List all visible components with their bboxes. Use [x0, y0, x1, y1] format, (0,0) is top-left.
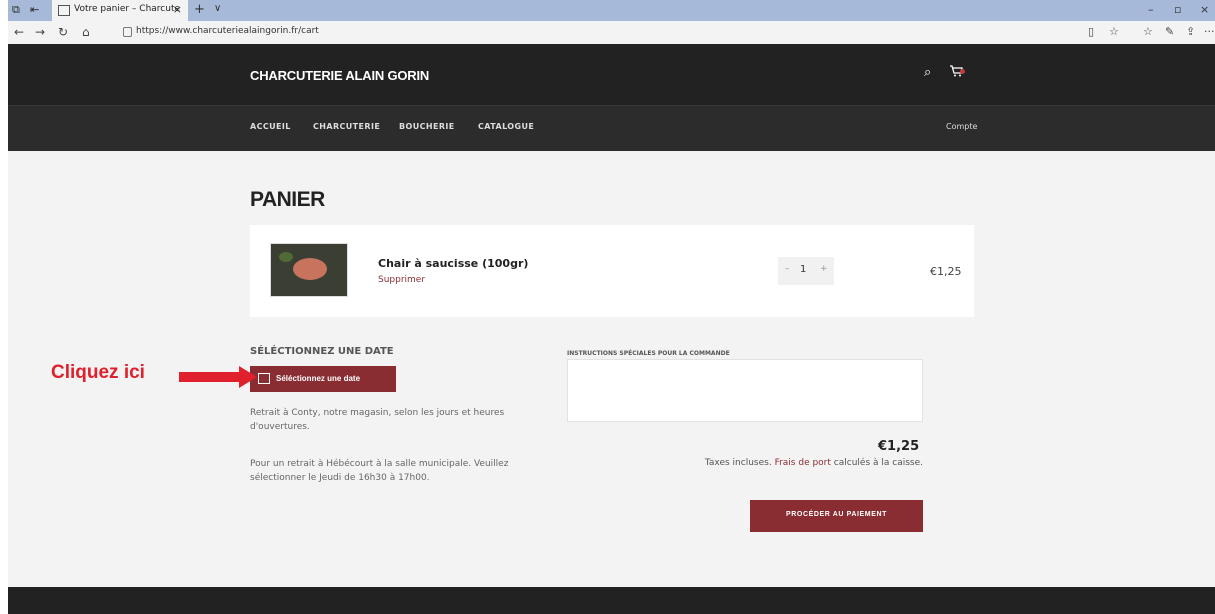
nav-item-charcuterie[interactable]: CHARCUTERIE: [313, 122, 380, 131]
instructions-textarea[interactable]: [567, 359, 923, 422]
tab-bar: ⧉ ⇤ Votre panier – Charcute × + ∨ – ▫ ×: [8, 0, 1215, 21]
cart-total: €1,25: [878, 439, 920, 454]
annotation-label: Cliquez ici: [51, 362, 145, 383]
shipping-link[interactable]: Frais de port: [775, 458, 831, 468]
reading-view-icon[interactable]: ▯: [1088, 25, 1094, 38]
cart-count-badge: [960, 69, 965, 74]
new-tab-icon[interactable]: +: [194, 2, 205, 17]
quantity-stepper: – 1 +: [778, 257, 834, 285]
page-content: CHARCUTERIE ALAIN GORIN ⌕ ACCUEIL CHARCU…: [8, 44, 1215, 614]
line-price: €1,25: [930, 265, 962, 278]
site-header: CHARCUTERIE ALAIN GORIN ⌕: [8, 44, 1215, 105]
checkout-label: PROCÉDER AU PAIEMENT: [785, 511, 888, 518]
favorites-list-icon[interactable]: ☆: [1143, 25, 1153, 38]
calendar-icon: [258, 373, 270, 384]
taxes-suffix: calculés à la caisse.: [833, 458, 923, 468]
more-icon[interactable]: ···: [1204, 25, 1215, 38]
page-title: PANIER: [250, 188, 325, 211]
select-date-button[interactable]: Séléctionnez une date: [250, 366, 396, 392]
minimize-icon[interactable]: –: [1148, 3, 1154, 16]
favorite-star-icon[interactable]: ☆: [1109, 25, 1119, 38]
select-date-label: Séléctionnez une date: [276, 374, 361, 383]
main-nav: ACCUEIL CHARCUTERIE BOUCHERIE CATALOGUE …: [8, 105, 1215, 151]
tab-close-icon[interactable]: ×: [173, 3, 182, 16]
lock-icon: [123, 27, 132, 37]
product-name[interactable]: Chair à saucisse (100gr): [378, 257, 528, 270]
browser-window: ⧉ ⇤ Votre panier – Charcute × + ∨ – ▫ × …: [8, 0, 1215, 614]
address-bar: ← → ↻ ⌂ https://www.charcuteriealaingori…: [8, 21, 1215, 44]
back-icon[interactable]: ←: [14, 25, 24, 39]
notes-pen-icon[interactable]: ✎: [1165, 25, 1174, 38]
tab-cart[interactable]: Votre panier – Charcute ×: [52, 0, 188, 21]
product-image[interactable]: [270, 243, 348, 297]
quantity-input[interactable]: 1: [800, 264, 806, 275]
quantity-increase-button[interactable]: +: [820, 264, 828, 274]
quantity-decrease-button[interactable]: –: [785, 264, 790, 274]
date-heading: SÉLÉCTIONNEZ UNE DATE: [250, 346, 394, 357]
annotation-arrow-icon: [179, 366, 257, 388]
tab-preview-icon[interactable]: ⇤: [30, 3, 39, 16]
pickup-info-hebecourt: Pour un retrait à Hébécourt à la salle m…: [250, 459, 509, 483]
instructions-label: INSTRUCTIONS SPÉCIALES POUR LA COMMANDE: [567, 350, 730, 357]
site-logo[interactable]: CHARCUTERIE ALAIN GORIN: [250, 68, 429, 83]
nav-item-catalogue[interactable]: CATALOGUE: [478, 122, 534, 131]
search-icon[interactable]: ⌕: [924, 65, 931, 80]
cart-line-item: Chair à saucisse (100gr) Supprimer – 1 +…: [250, 225, 974, 317]
product-image-garnish: [279, 252, 293, 262]
chevron-down-icon[interactable]: ∨: [214, 3, 221, 14]
product-image-meat: [293, 258, 327, 280]
url-field[interactable]: https://www.charcuteriealaingorin.fr/car…: [136, 26, 319, 36]
pickup-info-conty: Retrait à Conty, notre magasin, selon le…: [250, 408, 505, 432]
nav-item-accueil[interactable]: ACCUEIL: [250, 122, 291, 131]
restore-icon[interactable]: ▫: [1174, 3, 1181, 16]
nav-item-boucherie[interactable]: BOUCHERIE: [399, 122, 455, 131]
tab-actions-icon[interactable]: ⧉: [12, 3, 20, 17]
tab-title: Votre panier – Charcute: [74, 4, 181, 14]
remove-link[interactable]: Supprimer: [378, 275, 425, 285]
checkout-button[interactable]: PROCÉDER AU PAIEMENT: [750, 500, 923, 532]
account-link[interactable]: Compte: [946, 122, 977, 131]
close-window-icon[interactable]: ×: [1200, 3, 1209, 16]
forward-icon[interactable]: →: [35, 25, 45, 39]
refresh-icon[interactable]: ↻: [58, 25, 68, 39]
page-icon: [58, 5, 70, 16]
share-icon[interactable]: ⇪: [1186, 25, 1195, 38]
taxes-note: Taxes incluses. Frais de port calculés à…: [648, 458, 923, 468]
home-icon[interactable]: ⌂: [82, 25, 90, 39]
site-footer: [8, 587, 1215, 614]
taxes-prefix: Taxes incluses.: [704, 458, 772, 468]
